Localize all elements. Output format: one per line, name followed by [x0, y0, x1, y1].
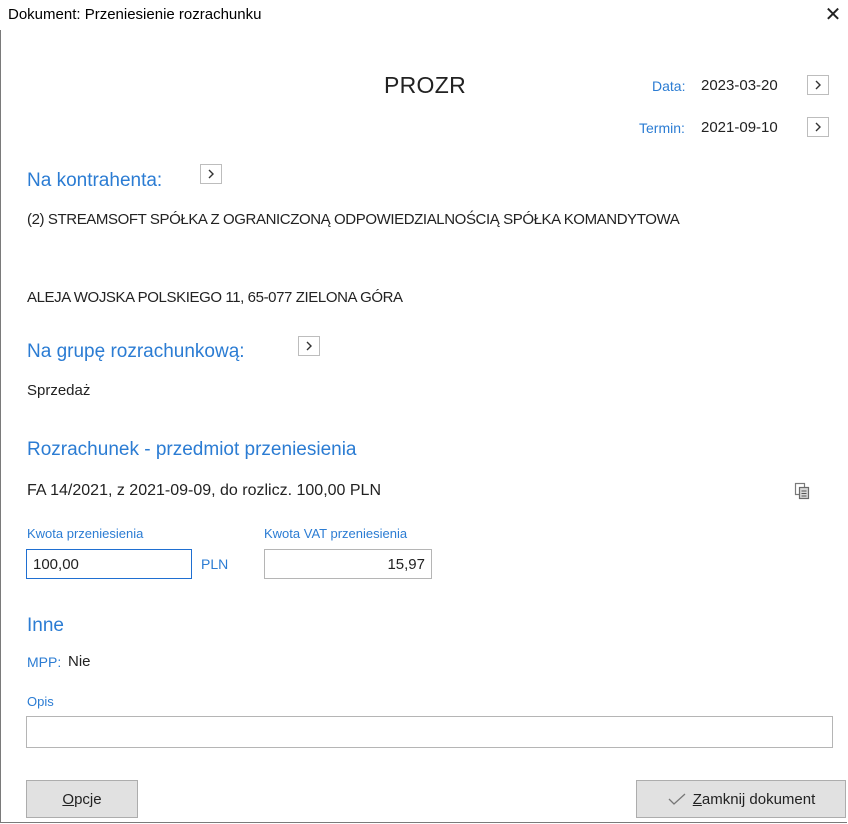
currency-label: PLN — [201, 556, 229, 572]
group-heading: Na grupę rozrachunkową: — [27, 341, 245, 362]
description-input[interactable] — [26, 716, 833, 748]
title-bar: Dokument: Przeniesienie rozrachunku ✕ — [0, 0, 848, 30]
date-arrow-button[interactable] — [807, 75, 829, 95]
other-heading: Inne — [27, 615, 64, 636]
contractor-arrow-button[interactable] — [200, 164, 222, 184]
group-value: Sprzedaż — [27, 382, 91, 399]
copy-document-icon[interactable] — [794, 482, 812, 500]
description-label: Opis — [27, 694, 54, 709]
chevron-right-icon — [815, 80, 821, 90]
options-button[interactable]: Opcje — [26, 780, 138, 818]
options-button-label: Opcje — [62, 790, 102, 808]
close-button[interactable]: ✕ — [818, 0, 848, 30]
settlement-heading: Rozrachunek - przedmiot przeniesienia — [27, 439, 357, 460]
document-code: PROZR — [384, 72, 466, 98]
checkmark-icon — [668, 793, 686, 805]
group-arrow-button[interactable] — [298, 336, 320, 356]
chevron-right-icon — [815, 122, 821, 132]
date-label: Data: — [652, 78, 686, 94]
amount-label: Kwota przeniesienia — [27, 526, 144, 541]
close-document-label: Zamknij dokument — [692, 790, 816, 808]
mpp-value: Nie — [68, 653, 91, 670]
vat-amount-label: Kwota VAT przeniesienia — [264, 526, 408, 541]
mpp-label: MPP: — [27, 654, 62, 670]
close-document-button[interactable]: Zamknij dokument — [636, 780, 846, 818]
window-title: Dokument: Przeniesienie rozrachunku — [8, 6, 262, 23]
settlement-description: FA 14/2021, z 2021-09-09, do rozlicz. 10… — [27, 482, 382, 499]
amount-input[interactable] — [26, 549, 192, 579]
due-date-arrow-button[interactable] — [807, 117, 829, 137]
contractor-heading: Na kontrahenta: — [27, 170, 163, 191]
date-value: 2023-03-20 — [701, 77, 778, 94]
due-date-label: Termin: — [639, 120, 685, 136]
vat-amount-input[interactable] — [264, 549, 432, 579]
chevron-right-icon — [208, 169, 214, 179]
chevron-right-icon — [306, 341, 312, 351]
due-date-value: 2021-09-10 — [701, 119, 778, 136]
contractor-address: ALEJA WOJSKA POLSKIEGO 11, 65-077 ZIELON… — [27, 289, 403, 306]
contractor-name: (2) STREAMSOFT SPÓŁKA Z OGRANICZONĄ ODPO… — [27, 211, 680, 228]
